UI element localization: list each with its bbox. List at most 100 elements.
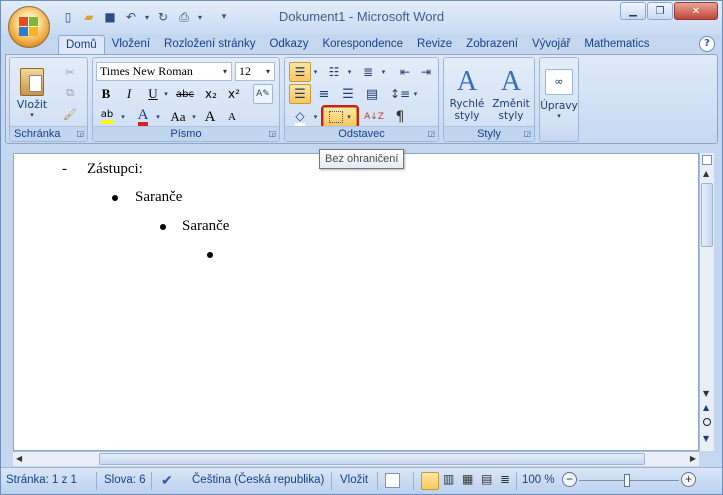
document-area[interactable]: - Zástupci: Saranče Saranče (13, 153, 699, 451)
increase-indent-button[interactable]: ⇥ (416, 62, 436, 82)
office-button[interactable] (8, 6, 50, 48)
grow-font-button[interactable]: A (199, 107, 221, 127)
justify-button[interactable]: ▤ (361, 84, 383, 104)
paste-button[interactable]: Vložit ▾ (14, 62, 50, 124)
bullets-button[interactable]: ☰ (289, 62, 311, 82)
no-border-button[interactable]: ▾ (321, 105, 359, 129)
outline-view-icon[interactable]: ▤ (481, 472, 492, 486)
tab-developer[interactable]: Vývojář (525, 35, 577, 54)
scroll-left-icon[interactable]: ◀ (16, 454, 22, 463)
page-indicator[interactable]: Stránka: 1 z 1 (6, 474, 77, 486)
shrink-font-button[interactable]: A (222, 107, 242, 127)
paragraph-dialog-launcher-icon[interactable]: ◲ (427, 129, 435, 138)
subscript-button[interactable]: x₂ (201, 84, 221, 104)
zoom-slider-thumb[interactable] (624, 474, 630, 487)
zoom-in-icon[interactable]: + (681, 472, 696, 487)
editing-button[interactable]: ∞ Úpravy ▾ (540, 61, 578, 127)
bold-button[interactable]: B (96, 84, 116, 104)
customize-toolbar-icon[interactable]: ▾ (215, 8, 233, 26)
shading-button[interactable]: ◇ (289, 107, 311, 127)
styles-dialog-launcher-icon[interactable]: ◲ (523, 129, 531, 138)
font-color-button[interactable]: A (133, 107, 153, 127)
highlight-button[interactable]: ab (96, 107, 118, 127)
cut-icon[interactable]: ✂ (60, 62, 80, 82)
tab-mailings[interactable]: Korespondence (315, 35, 410, 54)
close-button[interactable]: ✕ (674, 2, 718, 20)
print-dropdown-icon[interactable]: ▾ (196, 8, 204, 26)
save-icon[interactable]: ■ (101, 8, 119, 26)
zoom-level[interactable]: 100 % (522, 474, 555, 486)
change-case-dropdown-icon[interactable]: ▾ (189, 107, 199, 127)
redo-icon[interactable]: ↻ (154, 8, 172, 26)
scroll-down-icon[interactable]: ▼ (703, 389, 709, 398)
tab-home[interactable]: Domů (58, 35, 105, 54)
align-right-button[interactable]: ☰ (337, 84, 359, 104)
print-icon[interactable]: ⎙ (175, 8, 193, 26)
word-count[interactable]: Slova: 6 (104, 474, 146, 486)
font-color-dropdown-icon[interactable]: ▾ (153, 107, 163, 127)
font-size-combo[interactable]: 12 ▾ (235, 62, 275, 81)
bullets-dropdown-icon[interactable]: ▾ (311, 62, 320, 82)
tab-insert[interactable]: Vložení (105, 35, 157, 54)
font-size-dropdown-icon[interactable]: ▾ (262, 63, 274, 80)
numbering-button[interactable]: ☷ (323, 62, 345, 82)
print-layout-view-icon[interactable] (421, 472, 439, 490)
vertical-scroll-thumb[interactable] (701, 183, 713, 247)
next-page-icon[interactable]: ▼ (703, 434, 709, 443)
proofing-icon[interactable]: ✔ (161, 472, 173, 489)
clipboard-dialog-launcher-icon[interactable]: ◲ (76, 129, 84, 138)
line-spacing-button[interactable]: ↕≡ (389, 84, 411, 104)
horizontal-scrollbar[interactable]: ◀ ▶ (13, 451, 699, 466)
draft-view-icon[interactable]: ≣ (500, 472, 510, 486)
shading-dropdown-icon[interactable]: ▾ (311, 107, 320, 127)
help-icon[interactable]: ? (699, 36, 715, 52)
minimize-button[interactable]: ▁ (620, 2, 646, 20)
restore-button[interactable]: ❐ (647, 2, 673, 20)
clear-formatting-button[interactable]: A✎ (253, 84, 273, 104)
highlight-dropdown-icon[interactable]: ▾ (118, 107, 128, 127)
change-styles-button[interactable]: A Změnit styly (490, 61, 532, 127)
superscript-button[interactable]: x² (224, 84, 244, 104)
align-left-button[interactable]: ☰ (289, 84, 311, 104)
tab-review[interactable]: Revize (410, 35, 459, 54)
font-dialog-launcher-icon[interactable]: ◲ (268, 129, 276, 138)
scroll-right-icon[interactable]: ▶ (690, 454, 696, 463)
scroll-up-icon[interactable]: ▲ (703, 169, 709, 178)
numbering-dropdown-icon[interactable]: ▾ (345, 62, 354, 82)
copy-icon[interactable]: ⧉ (60, 83, 80, 103)
tab-mathematics[interactable]: Mathematics (577, 35, 656, 54)
language-indicator[interactable]: Čeština (Česká republika) (192, 474, 324, 486)
decrease-indent-button[interactable]: ⇤ (395, 62, 415, 82)
macro-record-icon[interactable] (385, 473, 400, 488)
sort-button[interactable]: A↓Z (363, 107, 385, 127)
tab-view[interactable]: Zobrazení (459, 35, 525, 54)
full-screen-reading-view-icon[interactable]: ▥ (443, 472, 454, 486)
show-formatting-button[interactable]: ¶ (389, 107, 411, 127)
multilevel-list-button[interactable]: ≣ (357, 62, 379, 82)
quick-styles-button[interactable]: A Rychlé styly (447, 61, 487, 127)
web-layout-view-icon[interactable]: ▦ (462, 472, 473, 486)
underline-dropdown-icon[interactable]: ▾ (161, 84, 171, 104)
open-folder-icon[interactable]: ▰ (80, 8, 98, 26)
italic-button[interactable]: I (119, 84, 139, 104)
align-center-button[interactable]: ≡ (313, 84, 335, 104)
font-name-dropdown-icon[interactable]: ▾ (219, 63, 231, 80)
previous-page-icon[interactable]: ▲ (703, 403, 709, 412)
underline-button[interactable]: U (143, 84, 163, 104)
font-name-combo[interactable]: Times New Roman ▾ (96, 62, 232, 81)
horizontal-scroll-thumb[interactable] (99, 453, 645, 465)
change-case-button[interactable]: Aa (167, 107, 189, 127)
insert-mode-indicator[interactable]: Vložit (340, 474, 368, 486)
vertical-scrollbar[interactable]: ▲ ▼ ▲ ▼ (699, 153, 714, 451)
undo-icon[interactable]: ↶ (122, 8, 140, 26)
line-spacing-dropdown-icon[interactable]: ▾ (411, 84, 420, 104)
tab-page-layout[interactable]: Rozložení stránky (157, 35, 262, 54)
tab-references[interactable]: Odkazy (262, 35, 315, 54)
ruler-toggle-icon[interactable] (702, 155, 712, 165)
zoom-out-icon[interactable]: − (562, 472, 577, 487)
multilevel-list-dropdown-icon[interactable]: ▾ (379, 62, 388, 82)
strikethrough-button[interactable]: abc (175, 84, 195, 104)
browse-object-icon[interactable] (703, 418, 711, 426)
undo-dropdown-icon[interactable]: ▾ (143, 8, 151, 26)
new-document-icon[interactable]: ▯ (59, 8, 77, 26)
